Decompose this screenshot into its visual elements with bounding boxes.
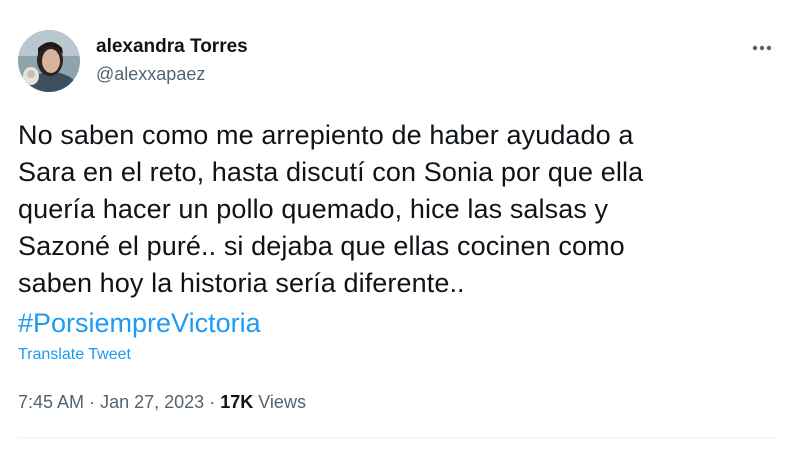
views-label: Views (258, 392, 306, 412)
translate-tweet-link[interactable]: Translate Tweet (18, 346, 131, 364)
tweet-card: alexandra Torres @alexxapaez No saben co… (0, 0, 800, 452)
tweet-text: No saben como me arrepiento de haber ayu… (18, 117, 788, 302)
tweet-date[interactable]: Jan 27, 2023 (100, 392, 204, 412)
tweet-text-line: quería hacer un pollo quemado, hice las … (18, 194, 609, 224)
avatar[interactable] (18, 30, 80, 92)
tweet-text-line: saben hoy la historia sería diferente.. (18, 268, 465, 298)
meta-separator: · (209, 392, 216, 412)
views-count: 17K (220, 392, 254, 412)
tweet-text-line: No saben como me arrepiento de haber ayu… (18, 120, 634, 150)
tweet-text-line: Sazoné el puré.. si dejaba que ellas coc… (18, 231, 625, 261)
tweet-time[interactable]: 7:45 AM (18, 392, 84, 412)
tweet-meta: 7:45 AM · Jan 27, 2023 · 17K Views (18, 392, 306, 413)
author-handle[interactable]: @alexxapaez (96, 64, 205, 85)
avatar-photo (18, 30, 80, 92)
meta-separator: · (89, 392, 96, 412)
hashtag-link[interactable]: #PorsiempreVictoria (18, 305, 261, 342)
author-name[interactable]: alexandra Torres (96, 36, 248, 58)
divider (18, 437, 776, 438)
tweet-text-line: Sara en el reto, hasta discutí con Sonia… (18, 157, 644, 187)
more-options-icon[interactable] (748, 36, 776, 60)
